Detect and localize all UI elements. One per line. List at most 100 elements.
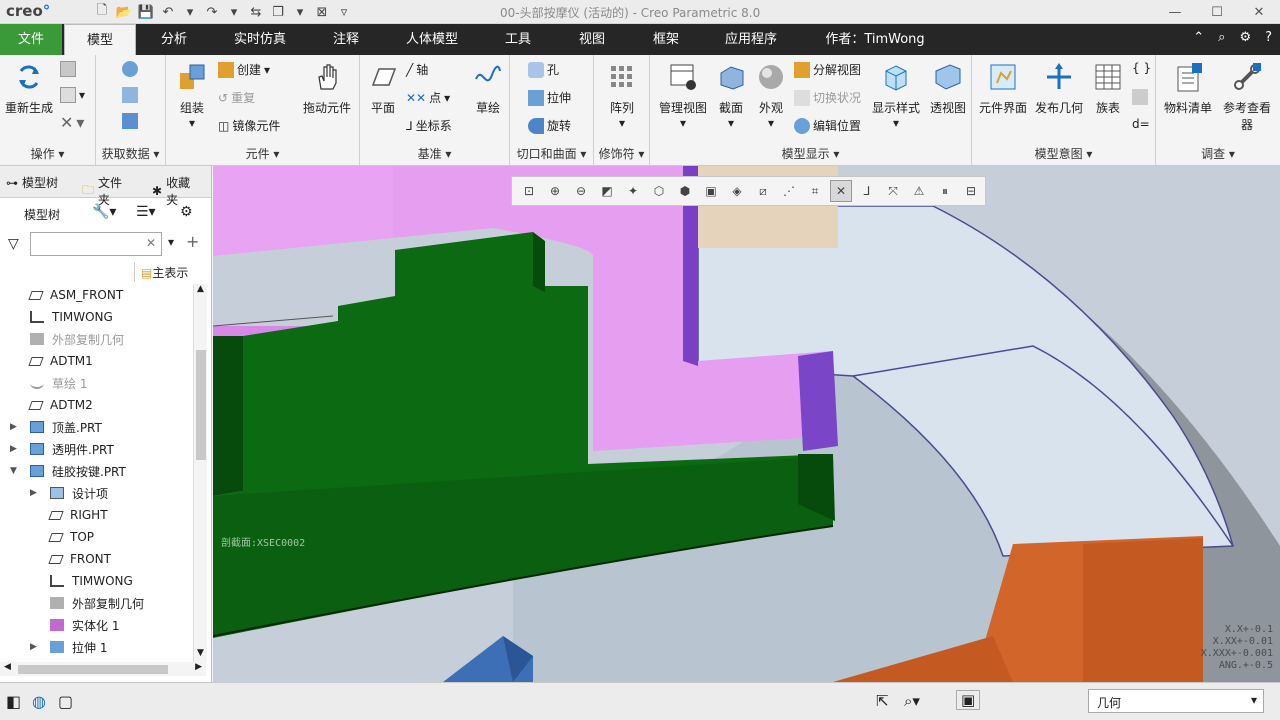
mirror-component-button[interactable]: ◫ 镜像元件 [218, 117, 280, 134]
paste-button[interactable]: ▾ [60, 87, 85, 103]
tab-author[interactable]: 作者：TimWong [812, 24, 938, 55]
delete-button[interactable]: ✕ ▾ [60, 113, 84, 132]
display-style-button[interactable]: 显示样式 ▾ [868, 61, 924, 130]
exploded-view-button[interactable]: 分解视图 [794, 61, 861, 78]
pattern-button[interactable]: 阵列 ▾ [600, 61, 644, 130]
scroll-left-arrow[interactable]: ◀ [4, 662, 11, 672]
section-button[interactable]: 截面 ▾ [712, 61, 750, 130]
tab-model-tree[interactable]: ⊶ 模型树 [6, 174, 58, 191]
help-icon[interactable]: ? [1265, 30, 1272, 45]
smart-select-icon[interactable]: ⇱ [876, 692, 889, 710]
zoom-out-icon[interactable]: ⊖ [570, 180, 592, 202]
tree-vertical-scrollbar[interactable]: ▲ ▼ [193, 284, 207, 662]
tab-framework[interactable]: 框架 [640, 24, 692, 55]
selected-items-icon[interactable]: ▣ [956, 690, 981, 710]
scroll-down-arrow[interactable]: ▼ [194, 648, 207, 662]
tab-analysis[interactable]: 分析 [146, 24, 202, 55]
tree-settings-icon[interactable]: 🔧▾ [92, 204, 116, 220]
tree-search-input[interactable] [30, 232, 162, 256]
csys-display-icon[interactable]: ⅃ [856, 180, 878, 202]
sketch-button[interactable]: 草绘 [470, 61, 506, 116]
tree-item[interactable]: RIGHT [0, 504, 192, 526]
tab-file[interactable]: 文件 [0, 24, 62, 55]
tree-item[interactable]: TIMWONG [0, 306, 192, 328]
appearance-button[interactable]: 外观 ▾ [752, 61, 790, 130]
drag-components-button[interactable]: 拖动元件 [300, 61, 354, 116]
regenerate-small-icon[interactable]: ⇆ [246, 2, 266, 22]
undo-dropdown-icon[interactable]: ▾ [180, 2, 200, 22]
perspective-view-button[interactable]: 透视图 [926, 61, 970, 116]
selection-filter-dropdown[interactable]: 几何 ▾ [1088, 689, 1264, 713]
regenerate-button[interactable]: 重新生成 [4, 61, 54, 116]
windows-icon[interactable]: ❐ [268, 2, 288, 22]
annotation-display-icon[interactable]: ⌗ [804, 180, 826, 202]
navigator-toggle-icon[interactable]: ◧ [6, 692, 21, 711]
save-icon[interactable]: 💾 [136, 2, 156, 22]
spin-display-icon[interactable]: ⤧ [882, 180, 904, 202]
coord-sys-button[interactable]: ⅃ 坐标系 [406, 117, 452, 134]
refit-icon[interactable]: ⊡ [518, 180, 540, 202]
revolve-button[interactable]: 旋转 [528, 117, 571, 134]
redo-icon[interactable]: ↷ [202, 2, 222, 22]
new-icon[interactable]: 🗋 [92, 2, 112, 22]
family-table-button[interactable]: 族表 [1088, 61, 1128, 116]
analysis-icon[interactable]: ⚠ [908, 180, 930, 202]
tree-item[interactable]: 草绘 1 [0, 372, 192, 394]
fullscreen-icon[interactable]: ▢ [58, 692, 73, 711]
tab-view[interactable]: 视图 [566, 24, 618, 55]
find-icon[interactable]: ⌕▾ [904, 692, 920, 710]
settings-icon[interactable]: ⚙ [1239, 30, 1251, 45]
undo-icon[interactable]: ↶ [158, 2, 178, 22]
perspective-small-icon[interactable]: ◈ [726, 180, 748, 202]
edit-position-button[interactable]: 编辑位置 [794, 117, 861, 134]
maximize-button[interactable]: ☐ [1196, 0, 1238, 24]
tree-expander-icon[interactable]: ▶ [30, 642, 37, 652]
search-dropdown-icon[interactable]: ▾ [168, 235, 174, 249]
tree-item[interactable]: ASM_FRONT [0, 284, 192, 306]
tree-expander-icon[interactable]: ▼ [10, 466, 17, 476]
tree-item[interactable]: ▶ 设计项 [0, 482, 192, 504]
tree-horizontal-scrollbar[interactable]: ◀ ▶ [0, 662, 206, 676]
tab-annotate[interactable]: 注释 [318, 24, 374, 55]
user-defined-feature-button[interactable] [122, 61, 138, 77]
minimize-button[interactable]: — [1154, 0, 1196, 24]
bill-of-materials-button[interactable]: 物料清单 [1160, 61, 1216, 116]
tree-item[interactable]: 实体化 1 [0, 614, 192, 636]
tree-expander-icon[interactable]: ▶ [10, 422, 17, 432]
close-window-icon[interactable]: ⊠ [312, 2, 332, 22]
point-button[interactable]: ✕✕ 点 ▾ [406, 89, 450, 106]
graphics-window[interactable]: 剖截面:XSEC0002 X.X+-0.1 X.XX+-0.01 X.XXX+-… [213, 166, 1280, 682]
manage-views-button[interactable]: 管理视图 ▾ [656, 61, 710, 130]
redo-dropdown-icon[interactable]: ▾ [224, 2, 244, 22]
axis-button[interactable]: ╱ 轴 [406, 61, 428, 78]
repaint-icon[interactable]: ◩ [596, 180, 618, 202]
tree-item[interactable]: 外部复制几何 [0, 328, 192, 350]
search-icon[interactable]: ⌕ [1218, 30, 1225, 45]
create-button[interactable]: 创建 ▾ [218, 61, 270, 78]
add-column-icon[interactable]: + [186, 232, 199, 251]
tree-item[interactable]: ▶ 拉伸 1 [0, 636, 192, 658]
tree-item[interactable]: FRONT [0, 548, 192, 570]
copy-geometry-button[interactable] [122, 87, 138, 103]
collapse-ribbon-icon[interactable]: ⌃ [1193, 30, 1204, 45]
copy-button[interactable] [60, 61, 76, 77]
scroll-thumb[interactable] [196, 350, 206, 460]
tree-expander-icon[interactable]: ▶ [10, 444, 17, 454]
scroll-right-arrow[interactable]: ▶ [195, 662, 202, 672]
spin-center-icon[interactable]: ✦ [622, 180, 644, 202]
point-display-icon[interactable]: ✕ [830, 180, 852, 202]
assemble-button[interactable]: 组装 ▾ [172, 61, 212, 130]
browser-toggle-icon[interactable]: ◍ [32, 692, 46, 711]
windows-dropdown-icon[interactable]: ▾ [290, 2, 310, 22]
datum-display-icon[interactable]: ⋰ [778, 180, 800, 202]
hscroll-thumb[interactable] [18, 665, 168, 674]
show-menu-icon[interactable]: ☰▾ [136, 204, 156, 220]
publish-geometry-button[interactable]: 发布几何 [1032, 61, 1086, 116]
tab-applications[interactable]: 应用程序 [714, 24, 788, 55]
scroll-up-arrow[interactable]: ▲ [194, 284, 207, 298]
tab-tools[interactable]: 工具 [492, 24, 544, 55]
close-button[interactable]: ✕ [1238, 0, 1280, 24]
tree-item[interactable]: 外部复制几何 [0, 592, 192, 614]
open-icon[interactable]: 📂 [114, 2, 134, 22]
shrinkwrap-button[interactable] [122, 113, 138, 129]
